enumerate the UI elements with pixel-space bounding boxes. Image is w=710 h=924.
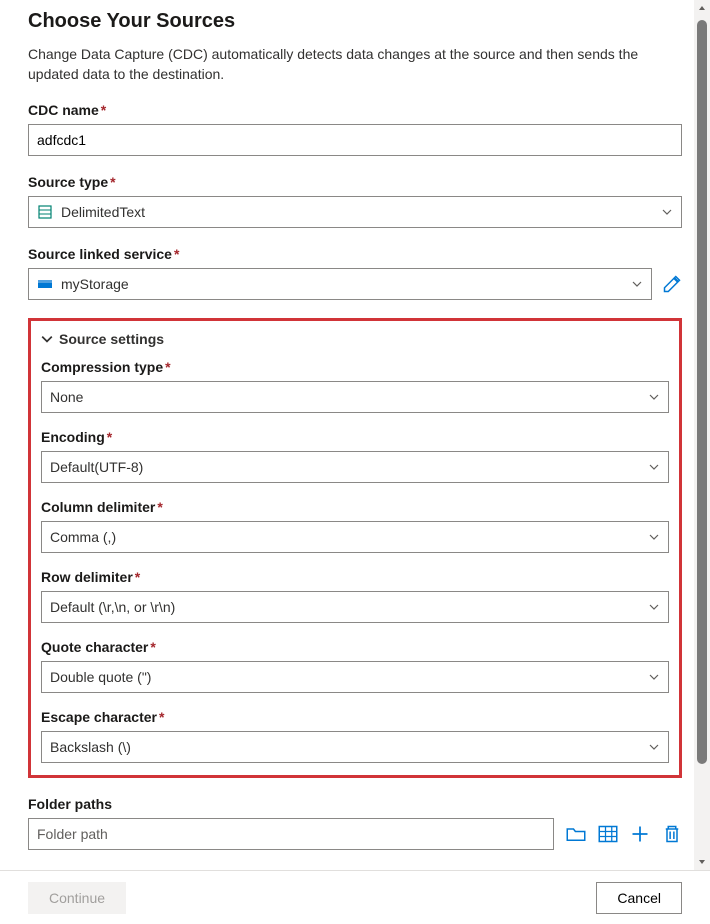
chevron-down-icon [661,206,673,218]
chevron-down-icon [648,391,660,403]
chevron-down-icon [648,461,660,473]
scroll-down-icon[interactable] [694,854,710,870]
delimitedtext-icon [37,204,53,220]
chevron-down-icon [648,601,660,613]
source-settings-header[interactable]: Source settings [41,331,669,347]
preview-data-icon[interactable] [598,824,618,844]
escape-character-value: Backslash (\) [50,739,648,755]
chevron-down-icon [631,278,643,290]
row-delimiter-select[interactable]: Default (\r,\n, or \r\n) [41,591,669,623]
chevron-down-icon [41,333,53,345]
compression-type-select[interactable]: None [41,381,669,413]
cancel-button[interactable]: Cancel [596,882,682,914]
page-description: Change Data Capture (CDC) automatically … [28,45,682,84]
add-icon[interactable] [630,824,650,844]
encoding-label: Encoding* [41,429,669,445]
cdc-name-input[interactable] [28,124,682,156]
column-delimiter-select[interactable]: Comma (,) [41,521,669,553]
compression-type-value: None [50,389,648,405]
escape-character-select[interactable]: Backslash (\) [41,731,669,763]
source-settings-section: Source settings Compression type* None E… [28,318,682,778]
source-type-label: Source type* [28,174,682,190]
column-delimiter-value: Comma (,) [50,529,648,545]
footer: Continue Cancel [0,870,710,924]
encoding-value: Default(UTF-8) [50,459,648,475]
source-linked-service-select[interactable]: myStorage [28,268,652,300]
folder-paths-label: Folder paths [28,796,682,812]
edit-icon[interactable] [662,274,682,294]
folder-path-input[interactable] [28,818,554,850]
chevron-down-icon [648,531,660,543]
source-linked-service-value: myStorage [61,276,631,292]
escape-character-label: Escape character* [41,709,669,725]
source-type-value: DelimitedText [61,204,661,220]
encoding-select[interactable]: Default(UTF-8) [41,451,669,483]
cdc-name-label: CDC name* [28,102,682,118]
scrollbar-thumb[interactable] [697,20,707,764]
page-title: Choose Your Sources [28,10,682,33]
storage-icon [37,276,53,292]
browse-folder-icon[interactable] [566,824,586,844]
scrollbar[interactable] [694,0,710,870]
row-delimiter-label: Row delimiter* [41,569,669,585]
quote-character-label: Quote character* [41,639,669,655]
quote-character-select[interactable]: Double quote (") [41,661,669,693]
chevron-down-icon [648,741,660,753]
chevron-down-icon [648,671,660,683]
column-delimiter-label: Column delimiter* [41,499,669,515]
source-type-select[interactable]: DelimitedText [28,196,682,228]
continue-button[interactable]: Continue [28,882,126,914]
source-linked-service-label: Source linked service* [28,246,682,262]
quote-character-value: Double quote (") [50,669,648,685]
compression-type-label: Compression type* [41,359,669,375]
row-delimiter-value: Default (\r,\n, or \r\n) [50,599,648,615]
delete-icon[interactable] [662,824,682,844]
scroll-up-icon[interactable] [694,0,710,16]
